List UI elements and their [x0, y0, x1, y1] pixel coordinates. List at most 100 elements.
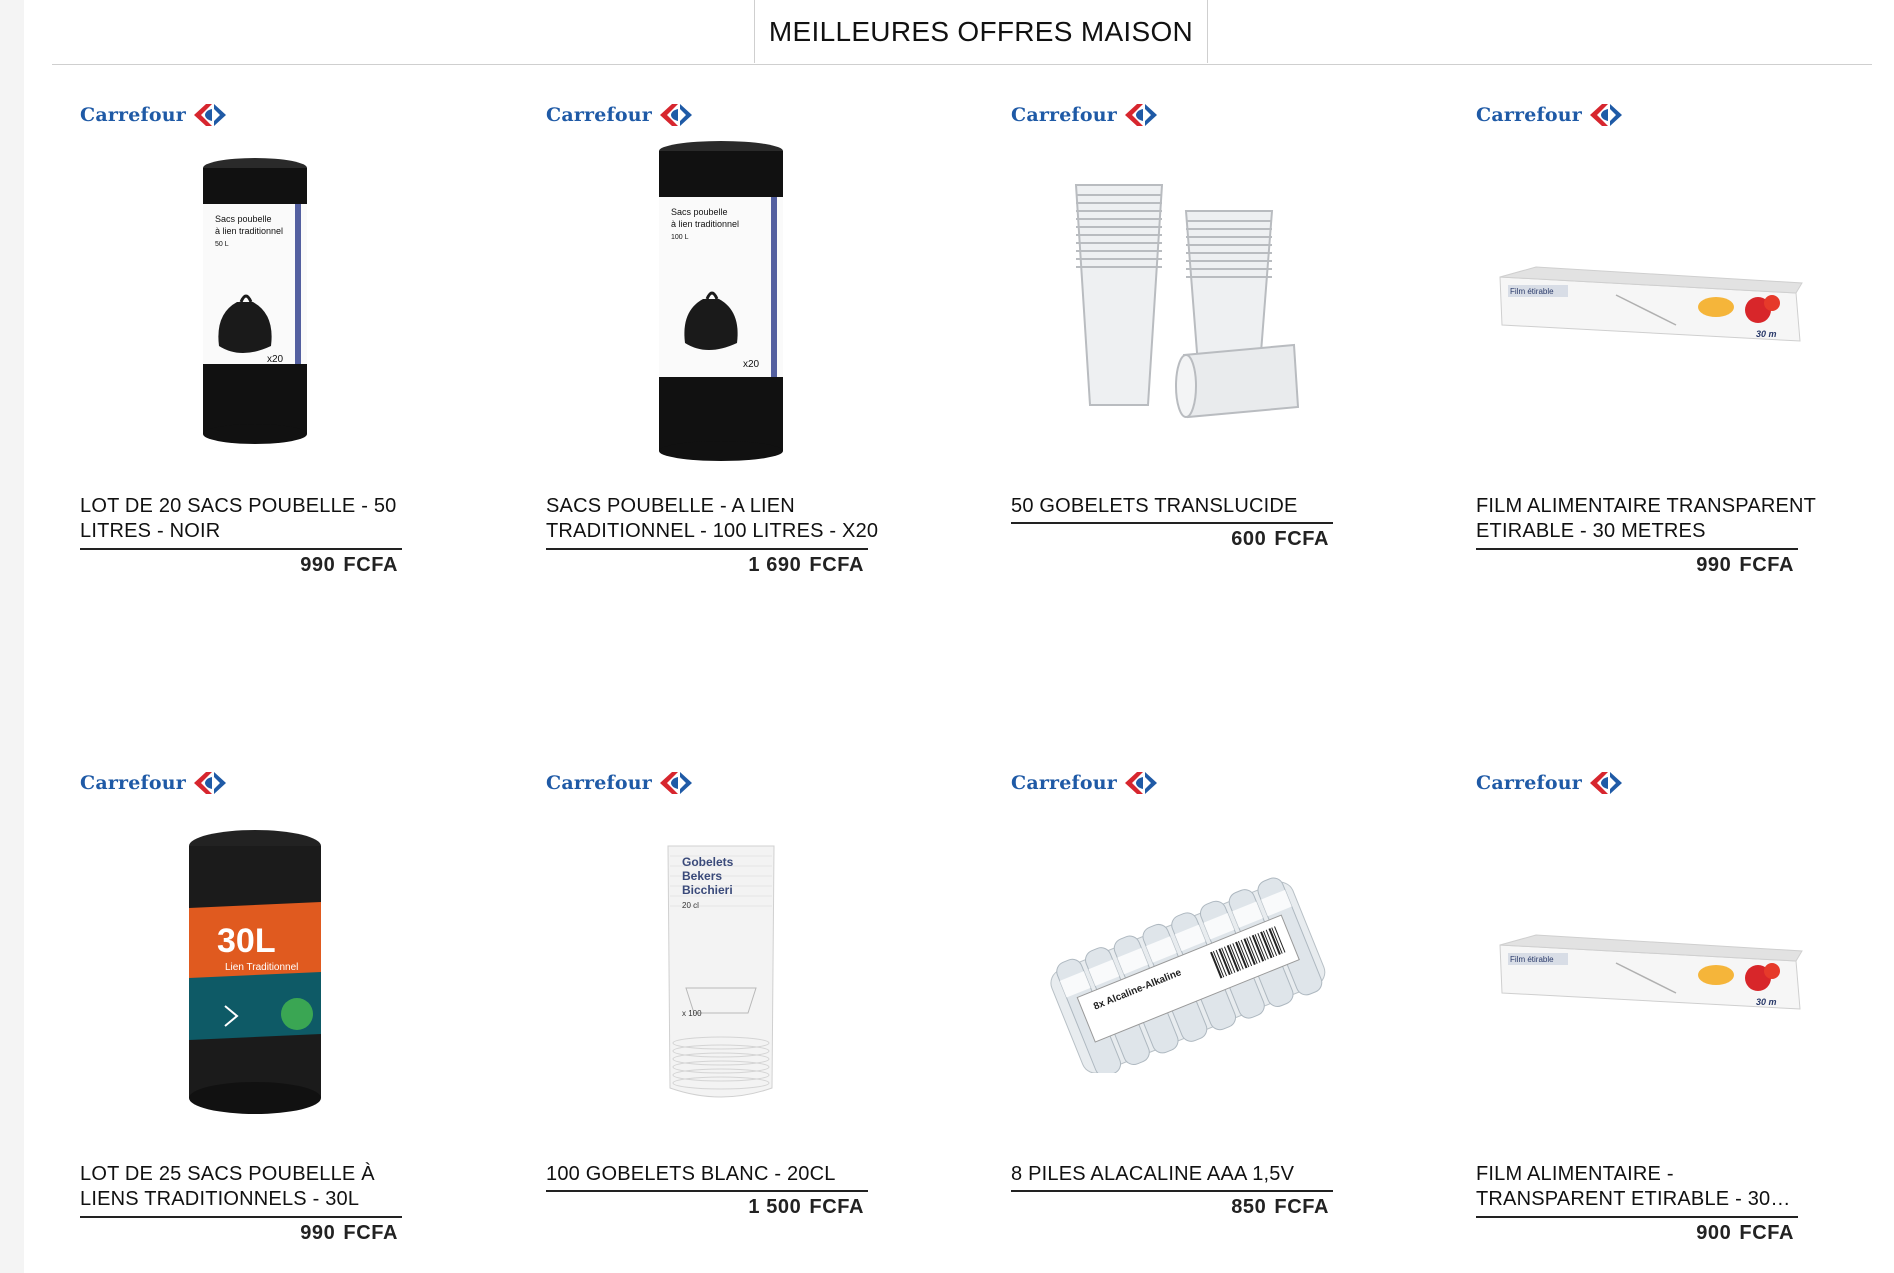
title-underline [1011, 522, 1333, 524]
svg-text:Film étirable: Film étirable [1510, 287, 1554, 296]
svg-text:Sacs poubelle: Sacs poubelle [671, 207, 728, 217]
product-image[interactable]: Film étirable 30 m [1476, 140, 1826, 470]
title-underline [546, 548, 868, 550]
product-image[interactable] [1011, 140, 1361, 470]
price-currency: FCFA [809, 1196, 864, 1218]
title-underline [1476, 548, 1798, 550]
brand-name: Carrefour [1476, 104, 1583, 126]
price-currency: FCFA [343, 1222, 398, 1244]
product-name[interactable]: FILM ALIMENTAIRE TRANSPARENT ETIRABLE - … [1476, 494, 1821, 544]
product-price: 990 FCFA [80, 554, 398, 577]
cling-film-box-image: Film étirable 30 m [1499, 266, 1803, 342]
svg-text:30 m: 30 m [1756, 997, 1777, 1007]
product-card[interactable]: Carrefour Sacs poubelle à lien tradition… [526, 0, 906, 576]
brand-name: Carrefour [80, 104, 187, 126]
product-price: 990 FCFA [80, 1222, 398, 1245]
product-name[interactable]: 8 PILES ALACALINE AAA 1,5V [1011, 1162, 1356, 1187]
trash-bag-roll-image: 30L Lien Traditionnel [189, 830, 321, 1114]
product-card[interactable]: Carrefour 8x Alcaline-Alkaline 8 PILES A… [991, 668, 1371, 1228]
product-image[interactable]: Film étirable 30 m [1476, 808, 1826, 1138]
carrefour-logo-icon [660, 772, 693, 794]
price-currency: FCFA [809, 554, 864, 576]
svg-text:Film étirable: Film étirable [1510, 955, 1554, 964]
batteries-pack-image: 8x Alcaline-Alkaline [1050, 877, 1326, 1073]
product-card[interactable]: Carrefour Gobelets Bekers Bicchieri 20 c… [526, 668, 906, 1228]
title-underline [1011, 1190, 1333, 1192]
price-currency: FCFA [1739, 1222, 1794, 1244]
white-cups-pack-image: Gobelets Bekers Bicchieri 20 cl x 100 [667, 845, 775, 1098]
product-price: 1 690 FCFA [546, 554, 864, 577]
product-name[interactable]: 100 GOBELETS BLANC - 20CL [546, 1162, 891, 1187]
product-image[interactable]: Sacs poubelle à lien traditionnel 50 L x… [80, 140, 430, 470]
brand-name: Carrefour [1011, 104, 1118, 126]
brand-logo: Carrefour [546, 102, 694, 128]
price-value: 990 [1696, 554, 1732, 576]
svg-text:50 L: 50 L [215, 241, 229, 248]
svg-text:x20: x20 [267, 354, 284, 365]
svg-text:Gobelets: Gobelets [682, 855, 734, 869]
svg-text:30 m: 30 m [1756, 329, 1777, 339]
brand-logo: Carrefour [1476, 102, 1624, 128]
svg-text:x20: x20 [743, 359, 760, 370]
brand-name: Carrefour [546, 104, 653, 126]
price-value: 600 [1231, 528, 1267, 550]
svg-text:à lien traditionnel: à lien traditionnel [671, 219, 739, 229]
product-image[interactable]: 8x Alcaline-Alkaline [1011, 808, 1361, 1138]
svg-text:Lien Traditionnel: Lien Traditionnel [225, 962, 298, 973]
price-currency: FCFA [1274, 1196, 1329, 1218]
svg-text:x 100: x 100 [682, 1009, 702, 1018]
price-value: 850 [1231, 1196, 1267, 1218]
price-value: 1 690 [748, 554, 802, 576]
price-value: 990 [300, 1222, 336, 1244]
product-card[interactable]: Carrefour 50 GOBELETS TRANSLUCIDE 600 FCF… [991, 0, 1371, 560]
product-card[interactable]: Carrefour 30L Lien Traditionnel LOT DE 2… [60, 668, 440, 1244]
svg-text:Bekers: Bekers [682, 869, 722, 883]
product-name[interactable]: SACS POUBELLE - A LIEN TRADITIONNEL - 10… [546, 494, 891, 544]
brand-name: Carrefour [1011, 772, 1118, 794]
carrefour-logo-icon [194, 104, 227, 126]
price-currency: FCFA [1274, 528, 1329, 550]
page: MEILLEURES OFFRES MAISON Carrefour Sacs … [24, 0, 1894, 1273]
title-underline [80, 548, 402, 550]
brand-name: Carrefour [1476, 772, 1583, 794]
title-underline [546, 1190, 868, 1192]
carrefour-logo-icon [1590, 104, 1623, 126]
trash-bag-roll-image: Sacs poubelle à lien traditionnel 50 L x… [203, 158, 307, 444]
brand-logo: Carrefour [80, 770, 228, 796]
brand-logo: Carrefour [546, 770, 694, 796]
price-value: 900 [1696, 1222, 1732, 1244]
brand-name: Carrefour [80, 772, 187, 794]
price-value: 1 500 [748, 1196, 802, 1218]
product-card[interactable]: Carrefour Film étirable 30 m FILM ALIMEN… [1456, 668, 1836, 1244]
product-image[interactable]: 30L Lien Traditionnel [80, 808, 430, 1138]
product-card[interactable]: Carrefour Film étirable 30 m FILM ALIMEN… [1456, 0, 1836, 576]
svg-text:100 L: 100 L [671, 234, 689, 241]
product-name[interactable]: LOT DE 20 SACS POUBELLE - 50 LITRES - NO… [80, 494, 425, 544]
product-image[interactable]: Sacs poubelle à lien traditionnel 100 L … [546, 140, 896, 470]
product-price: 850 FCFA [1011, 1196, 1329, 1219]
product-price: 1 500 FCFA [546, 1196, 864, 1219]
title-underline [1476, 1216, 1798, 1218]
product-name[interactable]: LOT DE 25 SACS POUBELLE À LIENS TRADITIO… [80, 1162, 425, 1212]
carrefour-logo-icon [1125, 104, 1158, 126]
brand-logo: Carrefour [1011, 102, 1159, 128]
brand-name: Carrefour [546, 772, 653, 794]
price-currency: FCFA [1739, 554, 1794, 576]
carrefour-logo-icon [1590, 772, 1623, 794]
svg-text:20 cl: 20 cl [682, 901, 699, 910]
svg-text:Bicchieri: Bicchieri [682, 883, 733, 897]
svg-text:30L: 30L [217, 922, 276, 960]
carrefour-logo-icon [194, 772, 227, 794]
product-card[interactable]: Carrefour Sacs poubelle à lien tradition… [60, 0, 440, 576]
product-name[interactable]: FILM ALIMENTAIRE - TRANSPARENT ETIRABLE … [1476, 1162, 1821, 1212]
carrefour-logo-icon [1125, 772, 1158, 794]
svg-text:Sacs poubelle: Sacs poubelle [215, 214, 272, 224]
brand-logo: Carrefour [80, 102, 228, 128]
brand-logo: Carrefour [1011, 770, 1159, 796]
product-price: 600 FCFA [1011, 528, 1329, 551]
product-name[interactable]: 50 GOBELETS TRANSLUCIDE [1011, 494, 1356, 519]
product-image[interactable]: Gobelets Bekers Bicchieri 20 cl x 100 [546, 808, 896, 1138]
trash-bag-roll-image: Sacs poubelle à lien traditionnel 100 L … [659, 141, 783, 461]
price-currency: FCFA [343, 554, 398, 576]
cling-film-box-image: Film étirable 30 m [1499, 934, 1803, 1010]
